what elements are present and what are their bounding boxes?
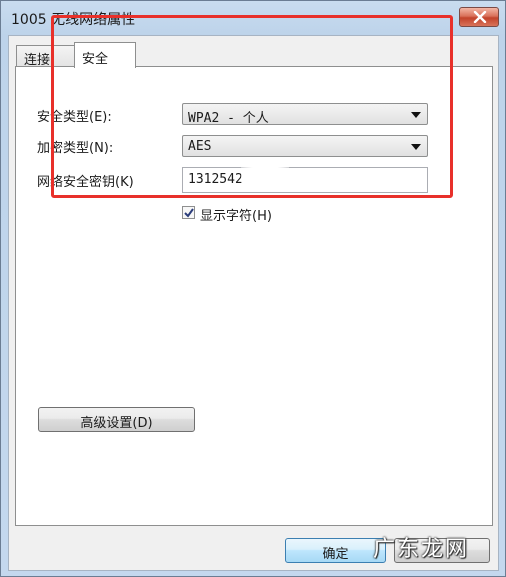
properties-window: 1005 无线网络属性 连接 安全 安全类型(E): WPA2 - 个人 加密类… xyxy=(0,0,506,577)
show-characters-label: 显示字符(H) xyxy=(200,209,272,224)
close-button[interactable] xyxy=(459,7,499,27)
checkmark-icon xyxy=(184,208,194,218)
show-characters-checkbox[interactable] xyxy=(182,206,195,219)
close-icon xyxy=(473,11,487,23)
ok-button[interactable]: 确定 xyxy=(285,538,386,563)
annotation-highlight-box xyxy=(51,15,453,198)
watermark-text: 广东龙网 xyxy=(373,537,470,562)
advanced-settings-button[interactable]: 高级设置(D) xyxy=(38,407,195,432)
